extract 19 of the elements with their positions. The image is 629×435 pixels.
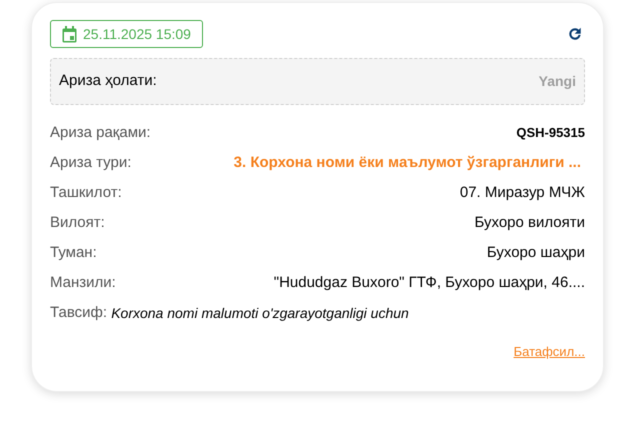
details-link[interactable]: Батафсил... xyxy=(514,342,585,362)
field-label: Вилоят: xyxy=(50,212,105,233)
calendar-icon xyxy=(62,26,77,42)
field-value: Бухоро вилояти xyxy=(474,212,585,233)
field-value: QSH-95315 xyxy=(516,124,585,142)
refresh-icon[interactable] xyxy=(567,26,583,42)
description-text: Тавсиф: Korxona nomi malumoti o'zgarayotganligi uchun xyxy=(50,302,410,323)
field-value: "Hududgaz Buxoro" ГТФ, Бухоро шаҳри, 46.... xyxy=(274,272,585,293)
field-label: Ташкилот: xyxy=(50,182,122,203)
field-value: Бухоро шаҳри xyxy=(486,242,585,263)
field-label: Ариза рақами: xyxy=(50,122,151,143)
field-value: 3. Корхона номи ёки маълумот ўзгарганлиги ... xyxy=(234,152,581,173)
field-label: Туман: xyxy=(50,242,97,263)
field-label: Манзили: xyxy=(50,272,116,293)
date-text: 25.11.2025 15:09 xyxy=(83,24,191,44)
status-label: Ариза ҳолати: xyxy=(59,71,157,92)
field-label: Ариза тури: xyxy=(50,152,132,173)
status-value: Yangi xyxy=(538,72,576,91)
field-value: 07. Миразур МЧЖ xyxy=(460,182,585,203)
